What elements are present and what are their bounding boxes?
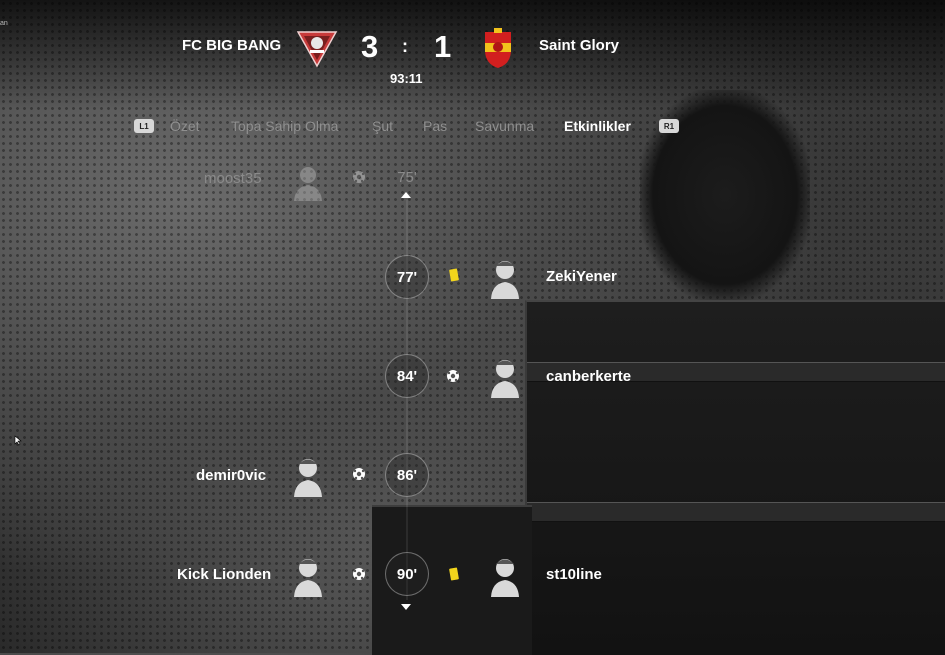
l1-button-hint[interactable]: L1 [134,119,154,133]
player-avatar-icon [490,555,520,602]
score-separator: : [402,36,408,56]
tab-sut[interactable]: Şut [372,118,393,134]
tab-topa-sahip-olma[interactable]: Topa Sahip Olma [231,118,338,134]
tab-etkinlikler[interactable]: Etkinlikler [564,118,631,134]
event-player-home: Kick Lionden [177,566,272,583]
event-minute: 77' [385,255,429,299]
event-minute: 84' [385,354,429,398]
player-avatar-icon [293,555,323,602]
away-team-name: Saint Glory [539,37,620,54]
home-team-name: FC BIG BANG [182,37,282,54]
event-player-home: demir0vic [196,467,267,484]
background-equipment-case [525,300,945,655]
player-avatar-icon [490,356,520,403]
player-avatar-icon [293,455,323,502]
match-clock: 93:11 [390,71,423,86]
event-player-away: ZekiYener [546,268,617,285]
scroll-up-icon[interactable] [401,192,411,198]
goal-ball-icon [352,467,366,486]
scoreboard: FC BIG BANG 3 : 1 Saint Glory 93:11 [0,0,945,100]
tab-pas[interactable]: Pas [423,118,447,134]
r1-button-hint[interactable]: R1 [659,119,679,133]
event-player-away: canberkerte [546,368,632,385]
player-avatar-icon [293,163,323,206]
player-avatar-icon [490,257,520,304]
tab-ozet[interactable]: Özet [170,118,200,134]
event-player-away: st10line [546,566,602,583]
goal-ball-icon [446,369,460,388]
event-minute: 86' [385,453,429,497]
goal-ball-icon [352,567,366,586]
mouse-cursor-icon [14,433,22,451]
scroll-down-icon[interactable] [401,604,411,610]
home-team-crest-icon [296,28,338,73]
away-score: 1 [434,29,452,64]
away-team-crest-icon [482,28,514,75]
event-player-home: moost35 [204,170,262,187]
event-minute: 90' [385,552,429,596]
yellow-card-icon [449,567,459,586]
tab-savunma[interactable]: Savunma [475,118,534,134]
yellow-card-icon [449,268,459,287]
goal-ball-icon [352,170,366,189]
home-score: 3 [361,29,379,64]
